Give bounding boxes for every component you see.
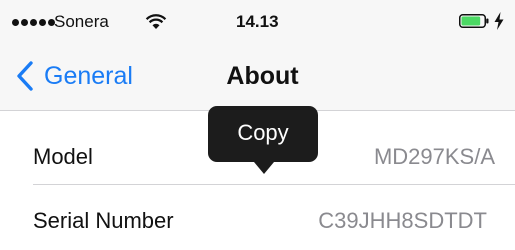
table-row-serial-number[interactable]: Serial Number C39JHH8SDTDT (0, 187, 515, 250)
copy-menu-arrow (254, 162, 274, 174)
top-bars: Sonera 14.13 General About (0, 0, 515, 111)
row-label: Serial Number (33, 208, 174, 233)
row-divider (33, 184, 515, 185)
wifi-icon (145, 14, 167, 29)
copy-menu[interactable]: Copy (208, 106, 318, 174)
row-value: C39JHH8SDTDT (318, 208, 487, 233)
signal-dots-icon (12, 19, 55, 26)
charging-bolt-icon (494, 12, 504, 30)
navigation-bar: General About (0, 44, 515, 110)
copy-button[interactable]: Copy (208, 120, 318, 146)
carrier-name: Sonera (54, 12, 109, 31)
page-title: About (226, 62, 299, 90)
status-bar: Sonera 14.13 (0, 0, 515, 44)
row-label: Model (33, 144, 93, 169)
status-time: 14.13 (236, 12, 279, 31)
about-screen: Sonera 14.13 General About Model MD297KS… (0, 0, 515, 250)
row-value: MD297KS/A (373, 144, 495, 169)
battery-icon (459, 14, 489, 28)
